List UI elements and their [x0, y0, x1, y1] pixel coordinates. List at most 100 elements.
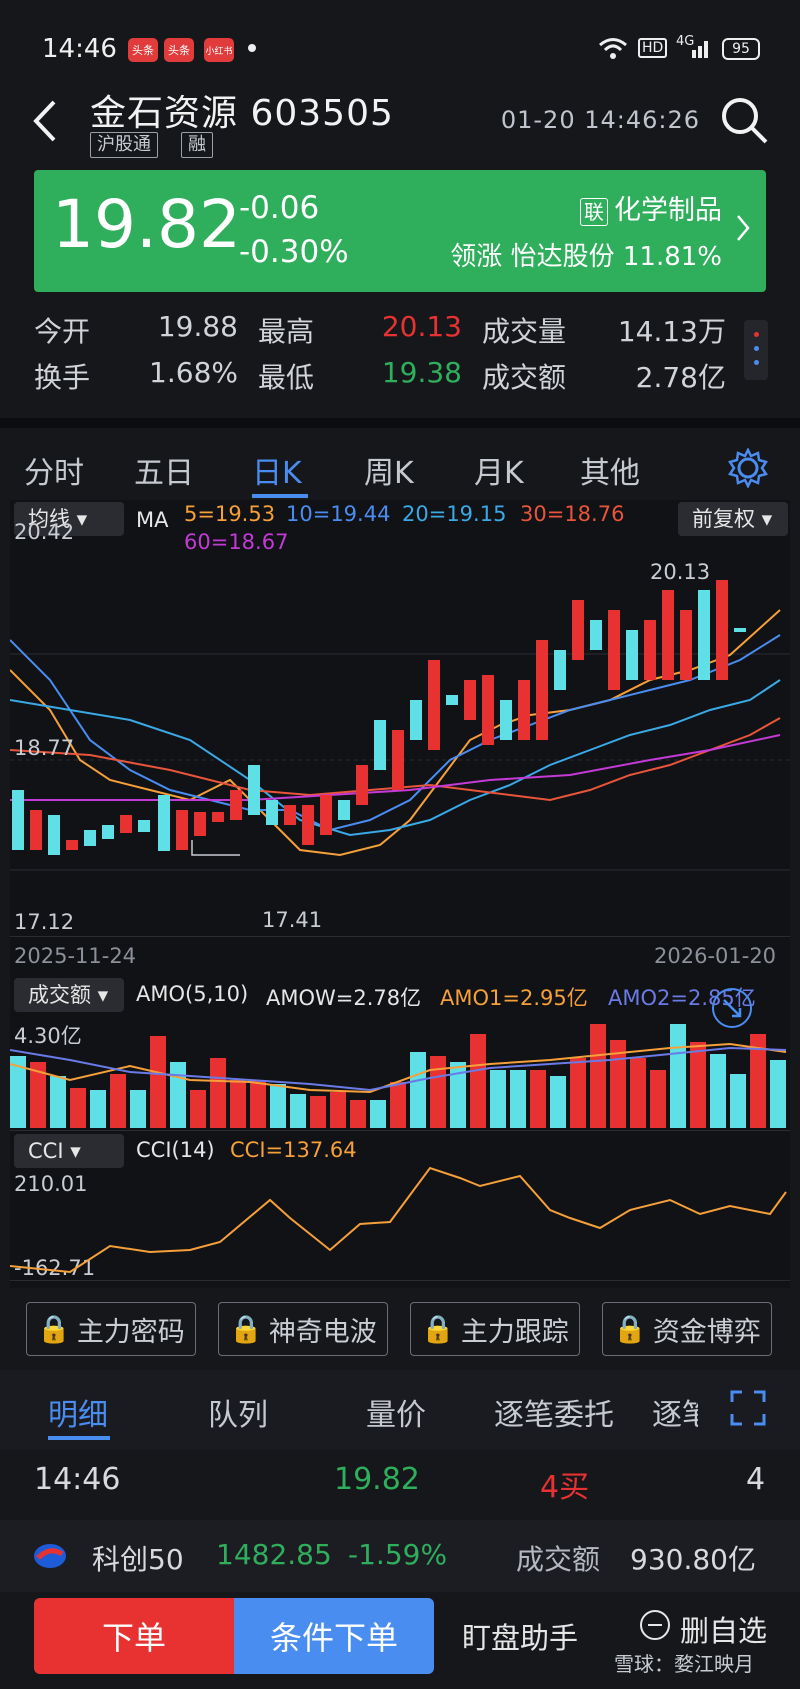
monitor-helper-button[interactable]: 盯盘助手 — [462, 1598, 588, 1674]
ma10-legend: 10=19.44 — [286, 502, 391, 526]
index-value: 1482.85 — [216, 1538, 332, 1571]
stat-value: 19.88 — [157, 310, 238, 343]
sector-name: 化学制品 — [614, 195, 722, 226]
battery-icon: 95 — [722, 38, 760, 60]
chevron-right-icon — [737, 215, 750, 241]
cci-select[interactable]: CCI ▾ — [14, 1134, 124, 1168]
stat-label: 成交量 — [482, 315, 567, 348]
amo-chart[interactable] — [10, 1020, 790, 1130]
status-bar: 14:46 头条 头条 小红书 HD 4G 95 — [0, 0, 800, 90]
cci-title: CCI(14) — [136, 1138, 215, 1162]
stat-label: 最高 — [258, 315, 315, 348]
amow-legend: AMOW=2.78亿 — [266, 986, 422, 1010]
cci-value: CCI=137.64 — [230, 1138, 357, 1162]
conditional-order-button[interactable]: 条件下单 — [234, 1598, 434, 1674]
stat-value: 2.78亿 — [635, 361, 726, 394]
stats-more-handle[interactable] — [744, 320, 768, 380]
period-tabs: 分时 五日 日K 周K 月K 其他 — [0, 430, 800, 500]
app-notification-icon: 头条 — [164, 38, 194, 62]
tool-button-tracking[interactable]: 🔒 主力跟踪 — [410, 1302, 580, 1356]
detail-time: 14:46 — [34, 1462, 121, 1497]
kline-high-marker: 20.13 — [650, 560, 711, 584]
tab-order-by-order[interactable]: 逐笔委托 — [494, 1390, 614, 1434]
amo-select[interactable]: 成交额 ▾ — [14, 978, 124, 1012]
expand-chart-icon[interactable] — [710, 986, 754, 1030]
tab-daily-k[interactable]: 日K — [252, 448, 302, 492]
stat-value: 20.13 — [381, 310, 462, 343]
tab-five-day[interactable]: 五日 — [134, 448, 194, 492]
tab-monthly-k[interactable]: 月K — [474, 448, 524, 492]
tab-volume-price[interactable]: 量价 — [366, 1390, 426, 1434]
index-bar[interactable]: 科创50 1482.85 -1.59% 成交额 930.80亿 — [0, 1520, 800, 1592]
leader-label: 领涨 — [450, 242, 503, 272]
back-icon[interactable] — [30, 98, 60, 144]
leader-name: 怡达股份 — [510, 242, 615, 272]
adjust-select[interactable]: 前复权 ▾ — [678, 502, 788, 536]
search-icon[interactable] — [718, 94, 770, 146]
stat-label: 今开 — [34, 315, 91, 348]
watermark: 雪球：婺江映月 — [614, 1652, 754, 1676]
ma20-legend: 20=19.15 — [402, 502, 507, 526]
tab-trade-by-trade[interactable]: 逐笔 — [652, 1390, 698, 1434]
signal-icon — [692, 41, 708, 58]
amo-title: AMO(5,10) — [136, 982, 249, 1006]
active-subtab-indicator — [48, 1436, 110, 1440]
divider — [10, 936, 790, 937]
kline-y-mid: 18.77 — [14, 736, 75, 760]
stat-value: 19.38 — [381, 356, 462, 389]
ma30-legend: 30=18.76 — [520, 502, 625, 526]
stat-value: 1.68% — [149, 356, 238, 389]
status-time: 14:46 — [42, 34, 117, 64]
detail-price: 19.82 — [334, 1462, 420, 1497]
app-notification-icon: 头条 — [128, 38, 158, 62]
index-amount: 930.80亿 — [630, 1543, 756, 1576]
tab-detail[interactable]: 明细 — [48, 1390, 108, 1434]
tool-button-wave[interactable]: 🔒 神奇电波 — [218, 1302, 388, 1356]
kline-low-marker: 17.41 — [262, 908, 323, 932]
remove-watchlist-button[interactable]: 删自选 — [680, 1608, 767, 1650]
stock-name: 金石资源 — [90, 93, 239, 134]
order-button[interactable]: 下单 — [34, 1598, 234, 1674]
settings-gear-icon[interactable] — [728, 448, 768, 488]
date-start: 2025-11-24 — [14, 944, 137, 968]
divider — [10, 1130, 790, 1131]
tool-button-capital[interactable]: 🔒 资金博弈 — [602, 1302, 772, 1356]
ma5-legend: 5=19.53 — [184, 502, 276, 526]
ma-title: MA — [136, 508, 169, 532]
index-name: 科创50 — [92, 1543, 184, 1576]
remove-watchlist-icon[interactable] — [640, 1610, 670, 1640]
sector-info: 联化学制品 — [580, 188, 722, 227]
wifi-icon — [599, 38, 627, 59]
kline-y-bot: 17.12 — [14, 910, 75, 934]
tab-other[interactable]: 其他 — [580, 448, 640, 492]
hd-icon: HD — [638, 38, 668, 58]
price-change: -0.06 — [239, 190, 320, 226]
tag-shgt: 沪股通 — [90, 132, 158, 158]
fullscreen-icon[interactable] — [730, 1390, 766, 1426]
kline-chart[interactable] — [10, 550, 790, 970]
sector-tag: 联 — [580, 198, 608, 226]
tab-weekly-k[interactable]: 周K — [364, 448, 414, 492]
divider — [10, 1280, 790, 1281]
index-amount-label: 成交额 — [516, 1543, 601, 1576]
tab-intraday[interactable]: 分时 — [24, 448, 84, 492]
stat-label: 换手 — [34, 361, 91, 394]
detail-count: 4 — [746, 1462, 766, 1497]
stat-label: 最低 — [258, 361, 315, 394]
tool-button-main-code[interactable]: 🔒 主力密码 — [26, 1302, 196, 1356]
leader-pct: 11.81% — [622, 242, 722, 272]
app-notification-icon: 小红书 — [204, 38, 234, 62]
price-card[interactable]: 19.82 -0.06 -0.30% 联化学制品 领涨 怡达股份 11.81% — [34, 170, 766, 292]
active-tab-indicator — [252, 494, 308, 498]
divider — [0, 418, 800, 428]
stat-value: 14.13万 — [617, 315, 726, 348]
detail-side: 4买 — [540, 1470, 590, 1505]
more-notifications-dot — [248, 44, 256, 52]
cci-chart[interactable] — [10, 1166, 790, 1276]
candlesticks — [12, 580, 746, 855]
stock-code: 603505 — [250, 93, 394, 134]
tab-queue[interactable]: 队列 — [208, 1390, 268, 1434]
stat-label: 成交额 — [482, 361, 567, 394]
kline-y-top: 20.42 — [14, 520, 75, 544]
tag-margin: 融 — [181, 132, 213, 158]
